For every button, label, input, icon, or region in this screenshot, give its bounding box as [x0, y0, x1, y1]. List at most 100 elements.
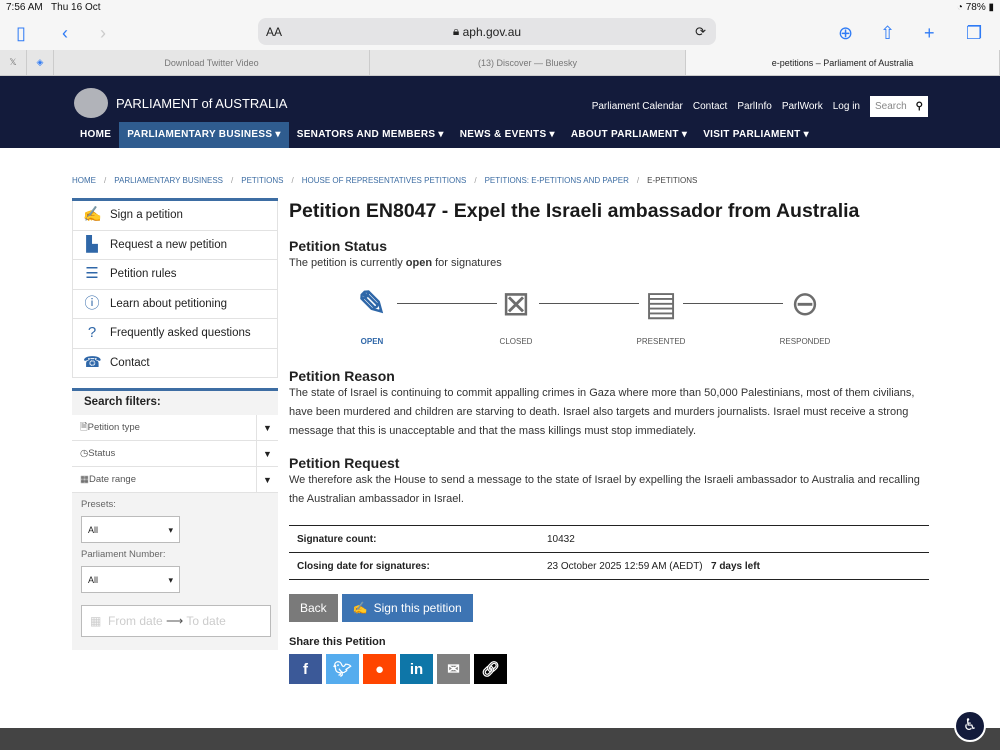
site-header: PARLIAMENT of AUSTRALIA Parliament Calen… [0, 76, 1000, 148]
download-icon[interactable]: ⊕ [838, 23, 853, 44]
nav-senators-members[interactable]: SENATORS AND MEMBERS ▾ [289, 122, 452, 148]
calendar-icon: ▦ [90, 614, 102, 628]
request-text: We therefore ask the House to send a mes… [289, 474, 920, 505]
to-date-placeholder: To date [186, 614, 226, 628]
file-icon: 🗎︎ [80, 421, 88, 433]
link-login[interactable]: Log in [833, 101, 860, 112]
tabs-icon[interactable]: ❐ [966, 23, 982, 44]
sidebar-item-sign[interactable]: ✍ Sign a petition [72, 201, 278, 231]
browser-toolbar: ▯ ‹ › AA 🔒︎ aph.gov.au ⟳ ⊕ ⇧ + ❐ [0, 16, 1000, 50]
reader-button[interactable]: AA [266, 25, 282, 39]
crumb-home[interactable]: HOME [72, 176, 96, 185]
crumb-epetitions-paper[interactable]: PETITIONS: E-PETITIONS AND PAPER [485, 176, 629, 185]
pinned-tab[interactable]: ◈ [27, 50, 54, 75]
reason-text: The state of Israel is continuing to com… [289, 387, 915, 437]
step-open: ✎ OPEN [337, 279, 407, 346]
sidebar-item-learn[interactable]: ⓘ Learn about petitioning [72, 289, 278, 319]
sign-label: Sign this petition [373, 601, 462, 615]
link-parlinfo[interactable]: ParlInfo [737, 101, 771, 112]
facebook-icon[interactable]: f [289, 654, 322, 684]
sidebar-item-label: Sign a petition [110, 209, 183, 222]
forward-icon[interactable]: › [100, 23, 106, 44]
crumb-hor-petitions[interactable]: HOUSE OF REPRESENTATIVES PETITIONS [302, 176, 467, 185]
time: 7:56 AM [6, 2, 43, 13]
calendar-x-icon: ⊠ [501, 285, 531, 323]
crumb-parl-business[interactable]: PARLIAMENTARY BUSINESS [114, 176, 223, 185]
share-icon[interactable]: ⇧ [880, 23, 895, 44]
search-input[interactable]: Search ⚲ [870, 96, 928, 117]
signature-count-label: Signature count: [289, 525, 539, 553]
caret-down-icon[interactable]: ▼ [256, 467, 278, 492]
tab-download-twitter[interactable]: Download Twitter Video [54, 50, 370, 75]
link-icon[interactable]: 🔗︎ [474, 654, 507, 684]
caret-down-icon[interactable]: ▼ [256, 441, 278, 466]
tab-bluesky[interactable]: (13) Discover — Bluesky [370, 50, 686, 75]
parliament-number-select[interactable]: All ▾ [81, 566, 180, 593]
question-icon: ? [87, 324, 97, 342]
filter-label: Petition type [87, 422, 140, 433]
site-logo[interactable]: PARLIAMENT of AUSTRALIA [74, 88, 287, 118]
battery: ◔ 78% ▮ [956, 2, 994, 13]
caret-down-icon[interactable]: ▼ [256, 415, 278, 440]
email-icon[interactable]: ✉ [437, 654, 470, 684]
link-parliament-calendar[interactable]: Parliament Calendar [592, 101, 683, 112]
nav-news-events[interactable]: NEWS & EVENTS ▾ [452, 122, 563, 148]
sidebar-item-rules[interactable]: ☰ Petition rules [72, 260, 278, 290]
back-icon[interactable]: ‹ [62, 23, 68, 44]
reload-icon[interactable]: ⟳ [695, 24, 706, 40]
tab-e-petitions[interactable]: e-petitions – Parliament of Australia [686, 50, 1000, 75]
main-nav: HOME PARLIAMENTARY BUSINESS ▾ SENATORS A… [72, 122, 817, 148]
petition-details: Signature count: 10432 Closing date for s… [289, 525, 929, 580]
sidebar-item-label: Contact [110, 356, 150, 369]
reddit-icon[interactable]: ● [363, 654, 396, 684]
nav-about-parliament[interactable]: ABOUT PARLIAMENT ▾ [563, 122, 695, 148]
nav-parliamentary-business[interactable]: PARLIAMENTARY BUSINESS ▾ [119, 122, 289, 148]
pinned-tab-x[interactable]: 𝕏 [0, 50, 27, 75]
step-closed: ⊠ CLOSED [481, 279, 551, 346]
nav-visit-parliament[interactable]: VISIT PARLIAMENT ▾ [695, 122, 817, 148]
sign-icon: ✍ [352, 601, 368, 615]
accessibility-icon[interactable]: ♿︎ [954, 710, 986, 742]
pencil-icon: ✎ [357, 285, 387, 323]
twitter-icon[interactable]: 🐦︎ [326, 654, 359, 684]
filter-petition-type[interactable]: 🗎︎ Petition type ▼ [72, 415, 278, 441]
phone-icon: ☎ [83, 353, 102, 371]
link-contact[interactable]: Contact [693, 101, 727, 112]
date: Thu 16 Oct [51, 2, 101, 13]
crumb-petitions[interactable]: PETITIONS [241, 176, 283, 185]
link-parlwork[interactable]: ParlWork [782, 101, 823, 112]
page-title: Petition EN8047 - Expel the Israeli amba… [289, 200, 860, 222]
list-check-icon: ☰ [85, 265, 99, 283]
sidebar-item-faq[interactable]: ? Frequently asked questions [72, 319, 278, 349]
sidebar-item-request[interactable]: ▙ Request a new petition [72, 230, 278, 260]
crumb-current: E-PETITIONS [647, 176, 698, 185]
status-heading: Petition Status [289, 238, 388, 254]
lock-icon: 🔒︎ [452, 24, 460, 38]
back-button[interactable]: Back [289, 594, 338, 622]
address-bar[interactable]: AA 🔒︎ aph.gov.au ⟳ [258, 18, 716, 45]
step-presented: ▤ PRESENTED [626, 279, 696, 346]
new-tab-icon[interactable]: + [924, 23, 935, 44]
filters-title: Search filters: [84, 396, 161, 408]
clock-icon: ◷ [80, 448, 89, 459]
filter-label: Date range [88, 474, 136, 485]
linkedin-icon[interactable]: in [400, 654, 433, 684]
sidebar-item-label: Frequently asked questions [110, 327, 251, 340]
filter-date-range[interactable]: ▦ Date range ▼ [72, 467, 278, 493]
parliament-number-value: All [88, 575, 99, 585]
sidebar-item-contact[interactable]: ☎ Contact [72, 348, 278, 378]
presets-label: Presets: [81, 499, 116, 510]
search-filters: Search filters: 🗎︎ Petition type ▼ ◷ Status… [72, 388, 278, 650]
presets-select[interactable]: All ▾ [81, 516, 180, 543]
sign-petition-button[interactable]: ✍ Sign this petition [341, 594, 473, 622]
filter-status[interactable]: ◷ Status ▼ [72, 441, 278, 467]
filter-label: Status [88, 448, 116, 459]
battery-level: 78% [965, 2, 986, 13]
search-icon[interactable]: ⚲ [916, 101, 923, 112]
share-buttons: f 🐦︎ ● in ✉ 🔗︎ [289, 654, 929, 684]
date-range-input[interactable]: ▦ From date ⟶ To date [81, 605, 271, 637]
sidebar-icon[interactable]: ▯ [16, 23, 26, 44]
document-icon: ▤ [644, 285, 678, 323]
sidebar-item-label: Learn about petitioning [110, 297, 228, 310]
nav-home[interactable]: HOME [72, 122, 119, 148]
